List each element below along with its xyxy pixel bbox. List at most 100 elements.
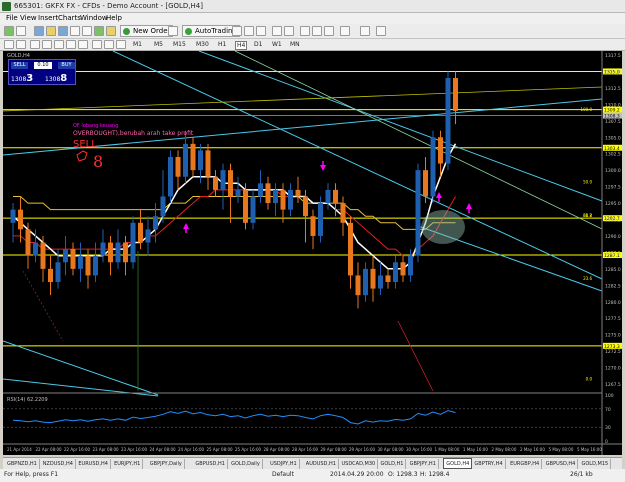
chart-tab[interactable]: GOLD,M15 [579, 459, 612, 469]
tf-m30[interactable]: M30 [196, 41, 209, 48]
bear-candle[interactable] [333, 189, 338, 204]
navigator-icon[interactable] [58, 26, 68, 36]
bear-candle[interactable] [423, 170, 428, 197]
bear-candle[interactable] [205, 150, 211, 177]
bull-candle[interactable] [220, 170, 226, 190]
chart-tab[interactable]: GBPJPY,H1 [407, 459, 439, 469]
bear-candle[interactable] [400, 262, 406, 276]
bull-candle[interactable] [288, 189, 293, 210]
fibonacci-icon[interactable] [78, 40, 88, 49]
bull-candle[interactable] [153, 216, 158, 230]
arrows-icon[interactable] [116, 40, 126, 49]
bull-candle[interactable] [258, 183, 263, 197]
bear-candle[interactable] [438, 137, 443, 164]
bull-candle[interactable] [408, 255, 413, 276]
bull-candle[interactable] [33, 242, 38, 256]
bar-chart-icon[interactable] [232, 26, 242, 36]
chart-tab[interactable]: USDCAD,M30 [339, 459, 379, 469]
zoom-in-icon[interactable] [272, 26, 282, 36]
chart-shift-icon[interactable] [324, 26, 334, 36]
menu-help[interactable]: Help [106, 14, 122, 22]
bull-candle[interactable] [63, 249, 68, 263]
bull-candle[interactable] [183, 143, 188, 177]
cursor-icon[interactable] [4, 40, 14, 49]
chart-tab[interactable]: EURJPY,H1 [112, 459, 144, 469]
bear-candle[interactable] [348, 222, 353, 276]
bull-candle[interactable] [115, 242, 121, 263]
crosshair-icon[interactable] [16, 40, 26, 49]
new-chart-icon[interactable] [4, 26, 14, 36]
bear-candle[interactable] [213, 176, 218, 190]
text-label-icon[interactable] [104, 40, 114, 49]
bull-candle[interactable] [198, 150, 203, 171]
bull-candle[interactable] [168, 156, 173, 197]
bull-candle[interactable] [318, 203, 323, 236]
history-icon[interactable] [94, 26, 104, 36]
bear-candle[interactable] [340, 203, 346, 223]
bull-candle[interactable] [325, 189, 331, 204]
chart-tab[interactable]: NZDUSD,H4 [40, 459, 76, 469]
autoscroll-icon[interactable] [312, 26, 322, 36]
horizontal-line-icon[interactable] [42, 40, 52, 49]
bull-candle[interactable] [78, 255, 83, 269]
bear-candle[interactable] [138, 222, 143, 243]
bull-candle[interactable] [145, 229, 151, 243]
bear-candle[interactable] [385, 275, 391, 283]
menu-view[interactable]: View [20, 14, 37, 22]
channel-icon[interactable] [66, 40, 76, 49]
tf-m15[interactable]: M15 [173, 41, 186, 48]
tf-m5[interactable]: M5 [154, 41, 163, 48]
bear-candle[interactable] [228, 170, 233, 197]
terminal-icon[interactable] [70, 26, 80, 36]
chart-tab[interactable]: GBPJPY,Daily [147, 459, 185, 469]
bear-candle[interactable] [265, 183, 271, 204]
bull-candle[interactable] [235, 189, 241, 197]
bull-candle[interactable] [445, 78, 451, 164]
chart-tab[interactable]: EURUSD,H4 [76, 459, 111, 469]
menu-file[interactable]: File [6, 14, 18, 22]
chart-tab[interactable]: GBPUSD,H1 [193, 459, 228, 469]
buy-button[interactable]: BUY [58, 62, 75, 69]
chart-canvas[interactable]: 1315.01309.21308.31303.41292.71287.11273… [2, 50, 622, 455]
bear-candle[interactable] [295, 189, 301, 197]
bull-candle[interactable] [393, 262, 398, 283]
lot-size-input[interactable]: 0.10 [34, 62, 52, 69]
bull-candle[interactable] [93, 255, 98, 276]
trendline-icon[interactable] [54, 40, 64, 49]
bear-candle[interactable] [18, 209, 23, 230]
bull-candle[interactable] [250, 196, 256, 223]
bear-candle[interactable] [280, 189, 286, 210]
chart-tab[interactable]: GBPUSD,H4 [543, 459, 579, 469]
chart-tab[interactable]: EURGBP,H4 [508, 459, 543, 469]
tf-d1[interactable]: D1 [254, 41, 262, 48]
tf-m1[interactable]: M1 [133, 41, 142, 48]
line-chart-icon[interactable] [256, 26, 266, 36]
menu-window[interactable]: Window [80, 14, 108, 22]
chart-window[interactable]: 1315.0 1309.2 1308.3 1303.4 1292.7 1287.1 1273… [2, 50, 622, 455]
options-icon[interactable] [106, 26, 116, 36]
bear-candle[interactable] [70, 249, 76, 269]
chart-tab[interactable]: USDJPY,H1 [268, 459, 300, 469]
periods-icon[interactable] [360, 26, 370, 36]
chart-tab[interactable]: GBPNZD,H1 [5, 459, 40, 469]
bull-candle[interactable] [160, 196, 166, 217]
bull-candle[interactable] [100, 242, 106, 256]
bear-candle[interactable] [175, 156, 181, 177]
bear-candle[interactable] [85, 255, 91, 276]
chart-tab[interactable]: GOLD,H1 [378, 459, 407, 469]
sell-button[interactable]: SELL [11, 62, 28, 69]
bear-candle[interactable] [453, 78, 458, 111]
metaeditor-icon[interactable] [168, 26, 178, 36]
strategy-tester-icon[interactable] [82, 26, 92, 36]
chart-tab[interactable]: GOLD,Daily [229, 459, 263, 469]
bull-candle[interactable] [10, 209, 16, 223]
bull-candle[interactable] [378, 275, 383, 289]
bear-candle[interactable] [310, 216, 316, 236]
bear-candle[interactable] [123, 242, 128, 263]
new-order-button[interactable]: New Order [120, 25, 174, 37]
bull-candle[interactable] [363, 268, 368, 296]
bear-candle[interactable] [303, 196, 308, 217]
bull-candle[interactable] [273, 189, 278, 204]
data-window-icon[interactable] [46, 26, 56, 36]
bear-candle[interactable] [190, 143, 196, 171]
